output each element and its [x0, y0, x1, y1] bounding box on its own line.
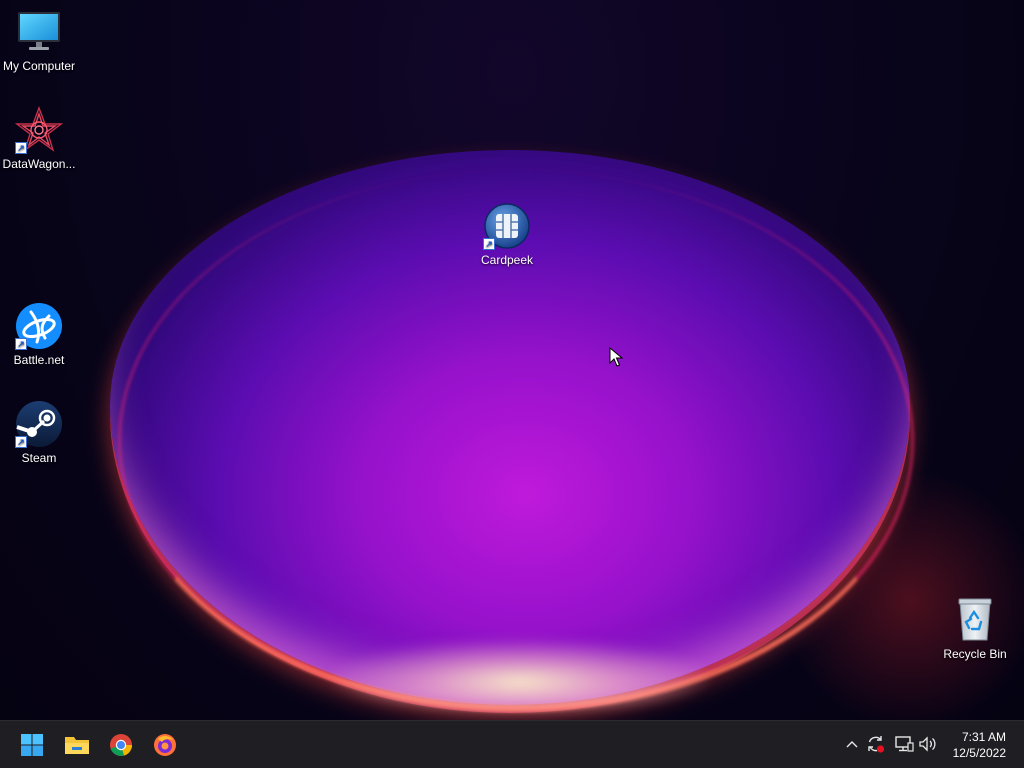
windows-start-icon	[21, 734, 43, 756]
desktop-icon-cardpeek[interactable]: ↗ Cardpeek	[467, 202, 547, 267]
desktop-icon-recycle-bin[interactable]: Recycle Bin	[935, 596, 1015, 661]
desktop-icon-datawagon[interactable]: ↗ DataWagon...	[0, 106, 79, 171]
firefox-icon	[154, 734, 176, 756]
start-button[interactable]	[14, 727, 50, 763]
chevron-up-icon	[846, 741, 858, 748]
cardpeek-icon: ↗	[483, 202, 531, 250]
shortcut-arrow-icon: ↗	[15, 142, 27, 154]
volume-icon	[919, 736, 936, 752]
desktop-icon-label: Cardpeek	[480, 253, 534, 267]
tray-update-button[interactable]	[865, 733, 887, 755]
desktop-icon-label: DataWagon...	[2, 157, 76, 171]
clock-date: 12/5/2022	[952, 746, 1006, 760]
desktop-icon-label: Steam	[21, 451, 57, 465]
taskbar-file-explorer-button[interactable]	[59, 727, 95, 763]
taskbar-firefox-button[interactable]	[147, 727, 183, 763]
wallpaper-bottom-light	[330, 640, 710, 710]
chrome-icon	[110, 734, 133, 756]
desktop-icon-my-computer[interactable]: My Computer	[0, 8, 79, 73]
taskbar: 7:31 AM 12/5/2022	[0, 720, 1024, 768]
desktop-icon-label: My Computer	[2, 59, 76, 73]
recycle-bin-icon	[951, 596, 999, 644]
tray-volume-button[interactable]	[917, 733, 939, 755]
network-icon	[895, 736, 914, 752]
taskbar-clock[interactable]: 7:31 AM 12/5/2022	[953, 729, 1006, 761]
desktop-icon-label: Battle.net	[13, 353, 65, 367]
mouse-cursor-icon	[609, 346, 624, 372]
desktop-icon-battlenet[interactable]: ↗ Battle.net	[0, 302, 79, 367]
shortcut-arrow-icon: ↗	[15, 338, 27, 350]
tray-network-button[interactable]	[893, 733, 915, 755]
shortcut-arrow-icon: ↗	[15, 436, 27, 448]
update-icon	[868, 736, 885, 753]
monitor-icon	[15, 8, 63, 56]
desktop[interactable]: My Computer ↗ DataWagon... ↗ Cardpeek ↗ …	[0, 0, 1024, 720]
desktop-icon-label: Recycle Bin	[943, 647, 1007, 661]
taskbar-chrome-button[interactable]	[103, 727, 139, 763]
battlenet-icon: ↗	[15, 302, 63, 350]
datawagon-icon: ↗	[14, 106, 64, 154]
shortcut-arrow-icon: ↗	[483, 238, 495, 250]
folder-icon	[65, 737, 89, 754]
show-hidden-icons-button[interactable]	[841, 733, 863, 755]
steam-icon: ↗	[15, 400, 63, 448]
desktop-icon-steam[interactable]: ↗ Steam	[0, 400, 79, 465]
clock-time: 7:31 AM	[961, 730, 1006, 744]
